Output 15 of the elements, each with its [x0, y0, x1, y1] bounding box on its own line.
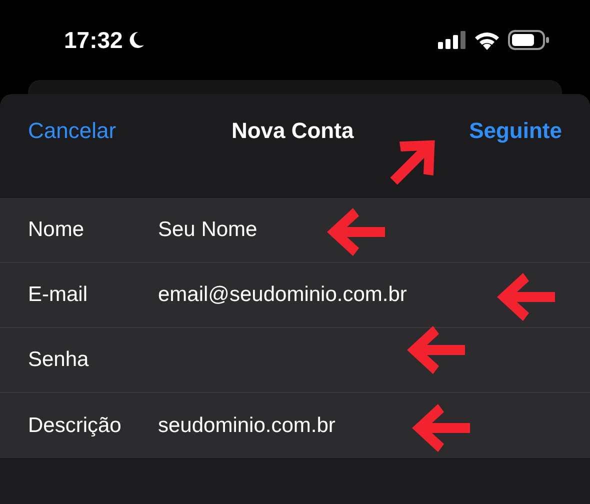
field-label: Senha: [28, 348, 90, 372]
input-field[interactable]: email@seudominio.com.br: [158, 283, 488, 307]
input-field[interactable]: Seu Nome: [158, 218, 488, 242]
field-label: Nome: [28, 218, 86, 242]
signal-icon: [438, 31, 466, 49]
field-label: Descrição: [28, 414, 122, 438]
battery-icon: [508, 30, 550, 50]
clock-time: 17:32: [64, 26, 123, 54]
field-label: E-mail: [28, 283, 89, 307]
next-button[interactable]: Seguinte: [469, 118, 562, 144]
cancel-button[interactable]: Cancelar: [28, 118, 116, 144]
wifi-icon: [474, 30, 500, 50]
moon-icon: [128, 31, 145, 49]
sheet-title: Nova Conta: [231, 118, 354, 144]
input-field[interactable]: seudominio.com.br: [158, 414, 488, 438]
